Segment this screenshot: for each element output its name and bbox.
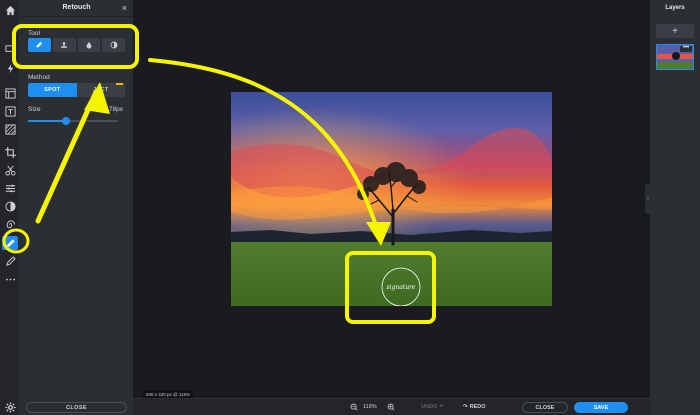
size-value: 78px xyxy=(108,106,123,113)
redo-button[interactable]: ↷ REDO xyxy=(463,404,486,410)
tool-selector xyxy=(28,38,125,52)
redo-arrow-icon: ↷ xyxy=(463,404,468,410)
panel-header: Retouch × xyxy=(20,0,133,17)
cut-icon[interactable] xyxy=(2,163,18,177)
layer-menu-icon[interactable]: ••• xyxy=(680,45,692,52)
spot-heal-icon[interactable] xyxy=(28,38,51,52)
slider-thumb[interactable] xyxy=(61,117,70,125)
undo-button[interactable]: UNDO ↶ xyxy=(421,404,444,410)
retouch-tool-icon[interactable] xyxy=(2,236,18,250)
add-layer-button[interactable]: + xyxy=(656,24,694,38)
undo-label: UNDO xyxy=(421,404,438,410)
premium-badge xyxy=(116,83,123,85)
method-selector: SPOT JECT xyxy=(28,83,125,97)
zoom-in-icon[interactable] xyxy=(385,401,397,413)
close-icon[interactable]: × xyxy=(122,3,127,13)
crop-icon[interactable] xyxy=(2,145,18,159)
blur-drop-icon[interactable] xyxy=(77,38,101,52)
layers-title: Layers xyxy=(665,5,685,11)
method-object-button[interactable]: JECT xyxy=(76,83,125,97)
zoom-level: 118% xyxy=(363,404,377,410)
size-slider[interactable] xyxy=(28,117,118,125)
close-button[interactable]: CLOSE xyxy=(522,402,568,413)
panel-title: Retouch xyxy=(62,4,91,11)
home-icon[interactable] xyxy=(2,3,18,17)
size-label: Size xyxy=(28,106,41,113)
layer-thumbnail[interactable]: ••• xyxy=(656,44,694,70)
pattern-icon[interactable] xyxy=(2,122,18,136)
liquify-icon[interactable] xyxy=(2,217,18,231)
retouch-panel: Retouch × Tool Method SPOT JECT Size 78p… xyxy=(20,0,133,415)
left-toolbar xyxy=(0,0,20,415)
settings-gear-icon[interactable] xyxy=(2,400,18,414)
method-label: Method xyxy=(28,74,50,81)
dodge-burn-icon[interactable] xyxy=(102,38,125,52)
more-icon[interactable] xyxy=(2,272,18,286)
redo-label: REDO xyxy=(469,404,486,410)
crop-select-icon[interactable] xyxy=(2,42,18,56)
draw-icon[interactable] xyxy=(2,254,18,268)
effects-icon[interactable] xyxy=(2,199,18,213)
layout-icon[interactable] xyxy=(2,86,18,100)
canvas-dimensions: 630 x 420 px @ 118% xyxy=(143,390,194,398)
method-object-label: JECT xyxy=(93,87,109,93)
clone-stamp-icon[interactable] xyxy=(52,38,76,52)
slider-fill xyxy=(28,120,66,122)
zoom-out-icon[interactable] xyxy=(348,401,360,413)
method-spot-button[interactable]: SPOT xyxy=(28,83,77,97)
tool-label: Tool xyxy=(28,30,40,37)
svg-text:signature: signature xyxy=(387,284,416,291)
undo-arrow-icon: ↶ xyxy=(439,404,444,410)
text-icon[interactable] xyxy=(2,104,18,118)
photo-canvas[interactable]: signature xyxy=(231,92,552,306)
quick-fix-icon[interactable] xyxy=(2,61,18,75)
adjust-icon[interactable] xyxy=(2,181,18,195)
panel-close-button[interactable]: CLOSE xyxy=(26,402,127,413)
layers-panel: Layers + ••• xyxy=(650,0,700,415)
bottom-bar: 118% UNDO ↶ ↷ REDO CLOSE SAVE xyxy=(133,398,650,415)
save-button[interactable]: SAVE xyxy=(574,402,628,413)
